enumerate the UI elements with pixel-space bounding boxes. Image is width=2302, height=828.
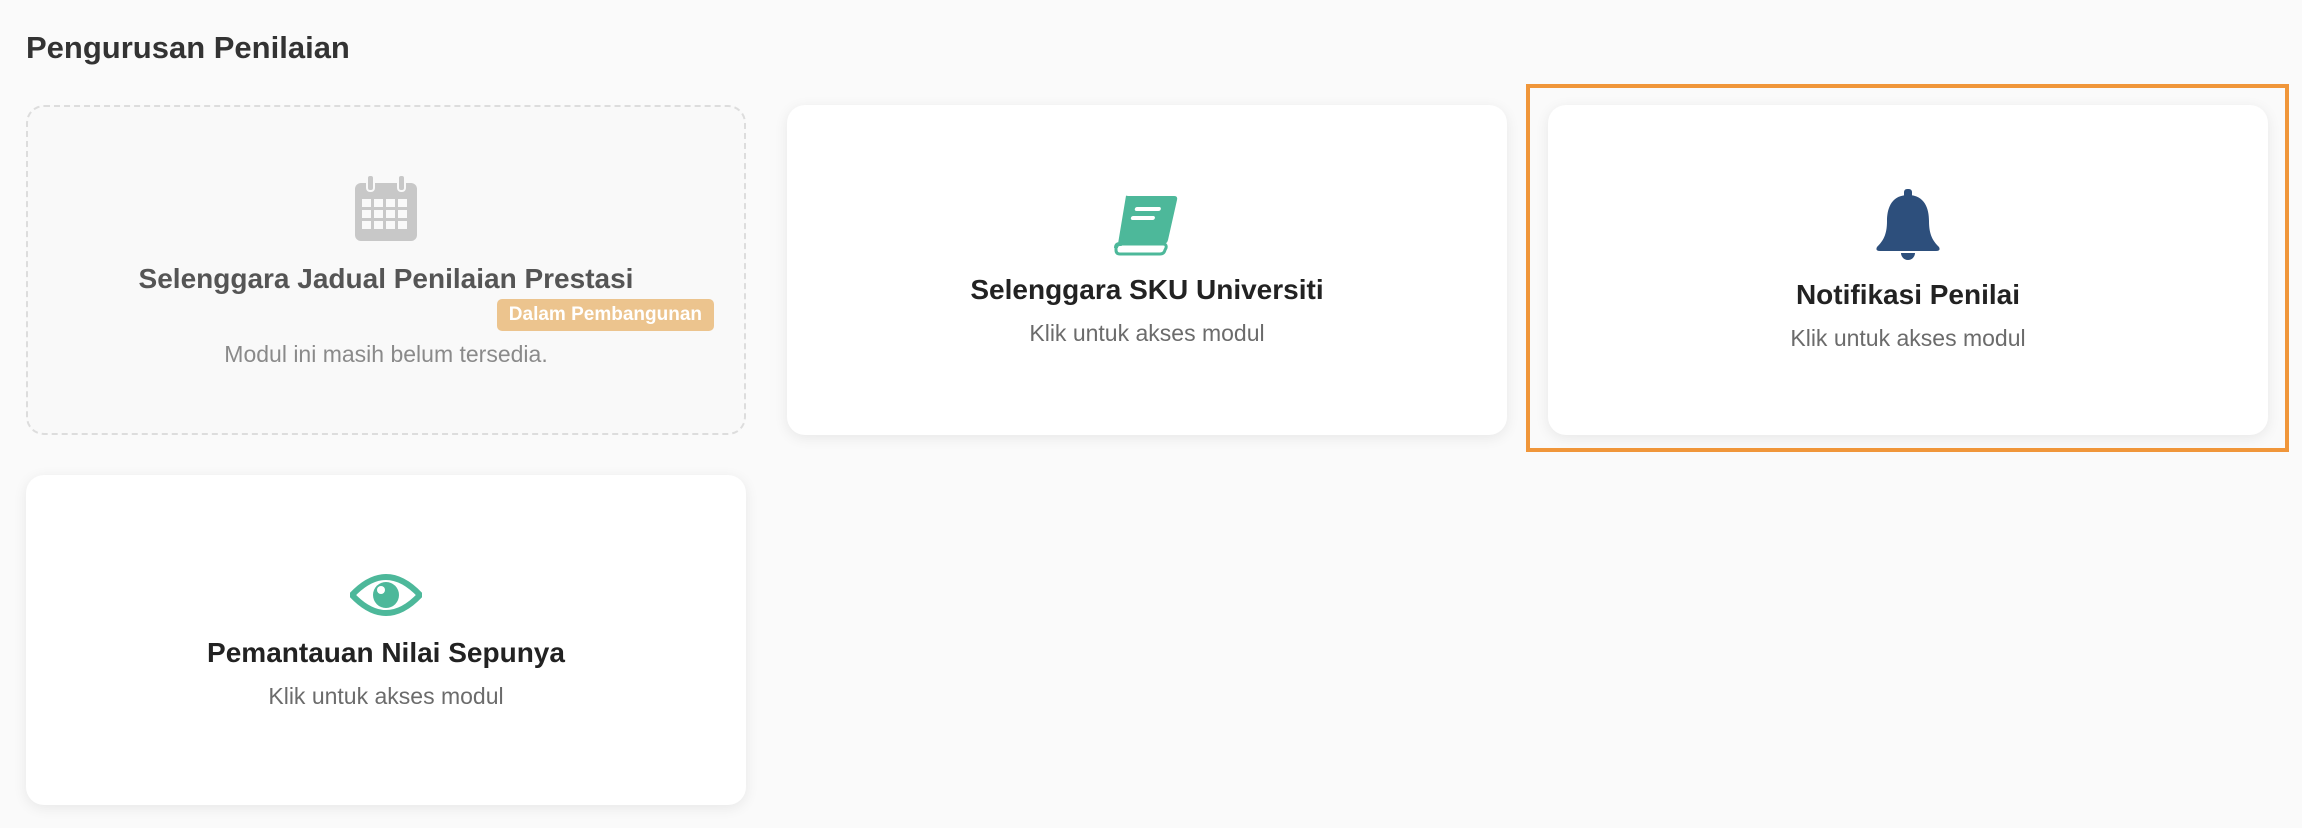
card-notifikasi-penilai[interactable]: Notifikasi Penilai Klik untuk akses modu… bbox=[1548, 105, 2268, 435]
card-selenggara-sku-universiti[interactable]: Selenggara SKU Universiti Klik untuk aks… bbox=[787, 105, 1507, 435]
card-title: Selenggara Jadual Penilaian Prestasi bbox=[138, 262, 634, 294]
card-subtitle: Klik untuk akses modul bbox=[1029, 319, 1265, 346]
card-title: Notifikasi Penilai bbox=[1795, 278, 2021, 310]
card-subtitle: Klik untuk akses modul bbox=[1790, 324, 2026, 351]
calendar-icon bbox=[353, 173, 419, 243]
bell-icon bbox=[1874, 188, 1942, 261]
card-title: Selenggara SKU Universiti bbox=[970, 273, 1324, 305]
card-selenggara-jadual-penilaian: Selenggara Jadual Penilaian Prestasi Dal… bbox=[26, 105, 746, 435]
book-icon bbox=[1114, 194, 1180, 256]
eye-icon bbox=[350, 571, 422, 619]
card-subtitle: Klik untuk akses modul bbox=[268, 682, 504, 709]
card-title: Pemantauan Nilai Sepunya bbox=[207, 636, 565, 668]
card-pemantauan-nilai-sepunya[interactable]: Pemantauan Nilai Sepunya Klik untuk akse… bbox=[26, 475, 746, 805]
section-title: Pengurusan Penilaian bbox=[26, 30, 350, 65]
card-subtitle: Modul ini masih belum tersedia. bbox=[224, 340, 548, 367]
status-badge: Dalam Pembangunan bbox=[496, 298, 714, 331]
